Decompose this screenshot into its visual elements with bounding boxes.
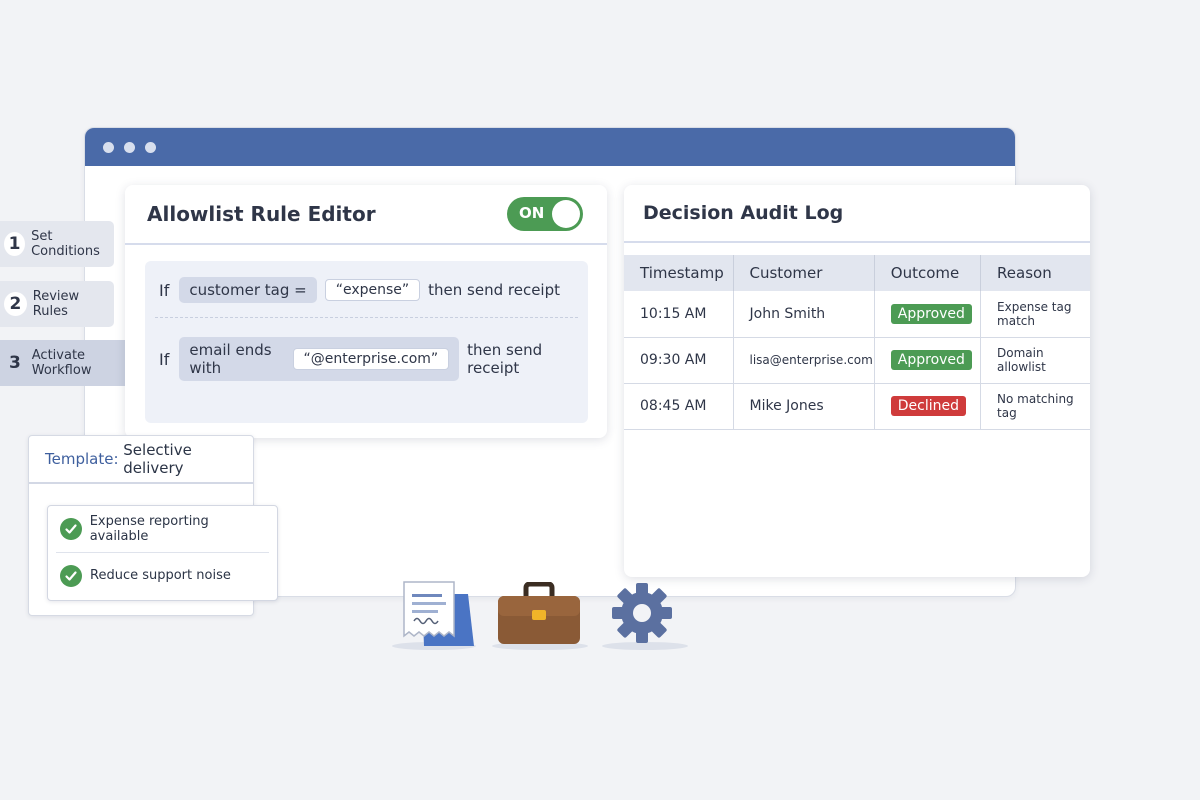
decision-audit-log: Decision Audit Log Timestamp Customer Ou… [624,185,1090,577]
list-item-label: Reduce support noise [90,568,231,583]
template-value: Selective delivery [123,441,192,477]
customer-cell: John Smith [733,291,875,338]
briefcase-icon [498,582,580,644]
step-label: Activate Workflow [31,348,92,378]
condition-field: email ends with [189,341,272,377]
condition-field-pill[interactable]: email ends with “@enterprise.com” [179,337,460,381]
condition-field: customer tag = [189,281,307,299]
editor-title: Allowlist Rule Editor [147,202,376,226]
audit-title: Decision Audit Log [624,185,1090,243]
timestamp-cell: 09:30 AM [624,337,734,384]
timestamp-cell: 10:15 AM [624,291,734,338]
step-review-rules[interactable]: 2 Review Rules [0,281,114,327]
reason-cell: Domain allowlist [980,337,1090,384]
list-item: Expense reporting available [56,506,269,552]
step-label: Review Rules [32,289,80,319]
list-item: Reduce support noise [56,552,269,598]
window-minimize-dot[interactable] [124,141,135,153]
rule-action: then send receipt [467,341,543,377]
step-activate-workflow[interactable]: 3 Activate Workflow [0,340,138,386]
table-row[interactable]: 09:30 AM lisa@enterprise.com Approved Do… [624,337,1090,384]
customer-cell: lisa@enterprise.com [733,337,875,384]
illustration-icons [392,578,688,650]
editor-header: Allowlist Rule Editor ON [125,185,607,245]
rule-row: If customer tag = “expense” then send re… [159,277,560,303]
status-badge-declined: Declined [890,396,967,416]
check-icon [60,518,82,540]
audit-table: Timestamp Customer Outcome Reason 10:15 … [624,255,1090,430]
toggle-knob[interactable] [552,200,580,228]
reason-cell: No matching tag [980,383,1090,430]
rule-action: then send receipt [428,281,560,299]
template-card: Template: Selective delivery Expense rep… [28,435,278,616]
condition-value[interactable]: “expense” [324,279,421,301]
list-item-label: Expense reporting available [89,514,209,544]
step-number: 3 [8,353,21,373]
table-row[interactable]: 10:15 AM John Smith Approved Expense tag… [624,291,1090,338]
rule-row: If email ends with “@enterprise.com” the… [159,337,588,381]
window-close-dot[interactable] [103,141,114,153]
outcome-cell: Declined [874,383,982,430]
status-badge-approved: Approved [890,350,972,370]
allowlist-rule-editor: Allowlist Rule Editor ON If customer tag… [125,185,607,438]
step-label: Set Conditions [31,229,100,259]
template-header: Template: Selective delivery [29,436,253,484]
column-header-outcome[interactable]: Outcome [874,255,982,291]
outcome-cell: Approved [874,291,982,338]
condition-value[interactable]: “@enterprise.com” [292,348,450,370]
status-badge-approved: Approved [890,303,972,324]
window-maximize-dot[interactable] [145,141,156,153]
template-benefits-list: Expense reporting available Reduce suppo… [47,505,278,601]
table-header-row: Timestamp Customer Outcome Reason [624,255,1090,291]
reason-cell: Expense tag match [980,291,1090,338]
outcome-cell: Approved [874,337,982,384]
step-number: 1 [4,232,26,256]
check-icon [60,564,82,587]
rule-divider [155,317,578,318]
window-titlebar [85,128,1015,166]
customer-cell: Mike Jones [733,383,875,430]
condition-field-pill[interactable]: customer tag = [179,277,317,303]
gear-icon [612,583,672,643]
rule-toggle[interactable]: ON [507,197,583,231]
if-keyword: If [159,349,170,369]
toggle-label: ON [519,204,545,222]
receipt-icon [403,581,474,646]
rules-list: If customer tag = “expense” then send re… [145,261,588,423]
column-header-reason[interactable]: Reason [980,255,1090,291]
step-number: 2 [4,292,27,316]
table-row[interactable]: 08:45 AM Mike Jones Declined No matching… [624,383,1090,430]
column-header-customer[interactable]: Customer [733,255,875,291]
column-header-timestamp[interactable]: Timestamp [624,255,734,291]
template-key: Template: [45,450,119,468]
if-keyword: If [159,280,170,300]
step-set-conditions[interactable]: 1 Set Conditions [0,221,114,267]
timestamp-cell: 08:45 AM [624,383,734,430]
